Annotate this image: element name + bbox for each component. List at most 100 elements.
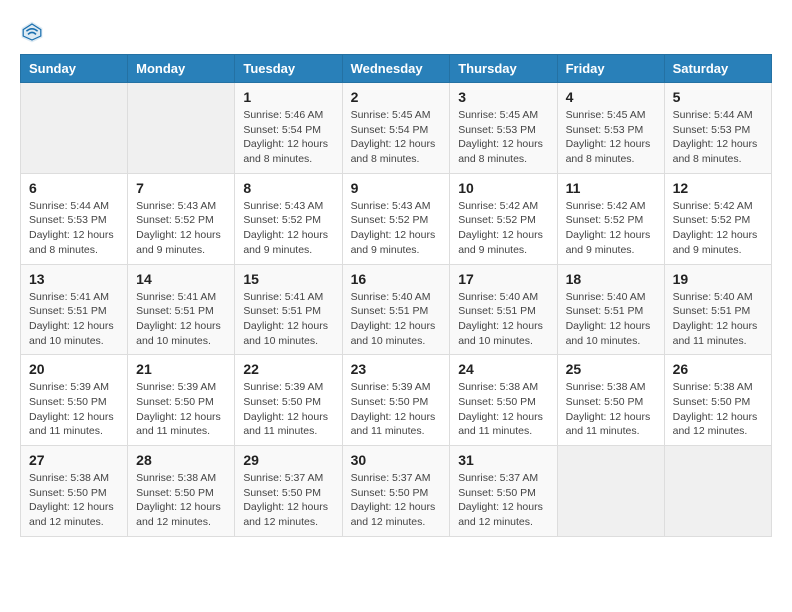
day-cell: 26Sunrise: 5:38 AM Sunset: 5:50 PM Dayli… <box>664 355 771 446</box>
day-info: Sunrise: 5:43 AM Sunset: 5:52 PM Dayligh… <box>351 199 442 258</box>
weekday-header-saturday: Saturday <box>664 55 771 83</box>
day-number: 9 <box>351 180 442 196</box>
day-info: Sunrise: 5:38 AM Sunset: 5:50 PM Dayligh… <box>566 380 656 439</box>
day-cell: 24 Sunrise: 5:38 AM Sunset: 5:50 PM Dayli… <box>450 355 557 446</box>
weekday-header-wednesday: Wednesday <box>342 55 450 83</box>
day-number: 23 <box>351 361 442 377</box>
day-number: 16 <box>351 271 442 287</box>
day-info: Sunrise: 5:37 AM Sunset: 5:50 PM Dayligh… <box>458 471 548 530</box>
day-number: 30 <box>351 452 442 468</box>
day-cell: 3 Sunrise: 5:45 AM Sunset: 5:53 PM Daylig… <box>450 83 557 174</box>
day-info: Sunrise: 5:41 AM Sunset: 5:51 PM Dayligh… <box>29 290 119 349</box>
header <box>20 20 772 44</box>
weekday-header-thursday: Thursday <box>450 55 557 83</box>
day-cell <box>128 83 235 174</box>
day-cell: 14 Sunrise: 5:41 AM Sunset: 5:51 PM Dayli… <box>128 264 235 355</box>
day-number: 3 <box>458 89 548 105</box>
day-number: 17 <box>458 271 548 287</box>
day-cell <box>21 83 128 174</box>
day-number: 10 <box>458 180 548 196</box>
day-cell: 22 Sunrise: 5:39 AM Sunset: 5:50 PM Dayli… <box>235 355 342 446</box>
day-info: Sunrise: 5:42 AM Sunset: 5:52 PM Dayligh… <box>673 199 763 258</box>
day-info: Sunrise: 5:37 AM Sunset: 5:50 PM Dayligh… <box>351 471 442 530</box>
day-number: 14 <box>136 271 226 287</box>
day-info: Sunrise: 5:40 AM Sunset: 5:51 PM Dayligh… <box>351 290 442 349</box>
day-cell: 23 Sunrise: 5:39 AM Sunset: 5:50 PM Dayli… <box>342 355 450 446</box>
week-row-4: 20 Sunrise: 5:39 AM Sunset: 5:50 PM Dayli… <box>21 355 772 446</box>
day-info: Sunrise: 5:41 AM Sunset: 5:51 PM Dayligh… <box>136 290 226 349</box>
day-cell: 27Sunrise: 5:38 AM Sunset: 5:50 PM Dayli… <box>21 446 128 537</box>
day-cell: 8 Sunrise: 5:43 AM Sunset: 5:52 PM Daylig… <box>235 173 342 264</box>
day-number: 20 <box>29 361 119 377</box>
weekday-header-friday: Friday <box>557 55 664 83</box>
day-cell: 1 Sunrise: 5:46 AM Sunset: 5:54 PM Daylig… <box>235 83 342 174</box>
day-info: Sunrise: 5:38 AM Sunset: 5:50 PM Dayligh… <box>136 471 226 530</box>
day-cell: 10 Sunrise: 5:42 AM Sunset: 5:52 PM Dayli… <box>450 173 557 264</box>
day-number: 27 <box>29 452 119 468</box>
day-info: Sunrise: 5:38 AM Sunset: 5:50 PM Dayligh… <box>458 380 548 439</box>
weekday-header-row: SundayMondayTuesdayWednesdayThursdayFrid… <box>21 55 772 83</box>
week-row-1: 1 Sunrise: 5:46 AM Sunset: 5:54 PM Daylig… <box>21 83 772 174</box>
day-number: 1 <box>243 89 333 105</box>
day-info: Sunrise: 5:42 AM Sunset: 5:52 PM Dayligh… <box>458 199 548 258</box>
calendar-body: 1 Sunrise: 5:46 AM Sunset: 5:54 PM Daylig… <box>21 83 772 537</box>
day-info: Sunrise: 5:40 AM Sunset: 5:51 PM Dayligh… <box>566 290 656 349</box>
day-info: Sunrise: 5:37 AM Sunset: 5:50 PM Dayligh… <box>243 471 333 530</box>
day-number: 19 <box>673 271 763 287</box>
day-cell: 30 Sunrise: 5:37 AM Sunset: 5:50 PM Dayli… <box>342 446 450 537</box>
day-cell: 21Sunrise: 5:39 AM Sunset: 5:50 PM Dayli… <box>128 355 235 446</box>
day-info: Sunrise: 5:45 AM Sunset: 5:53 PM Dayligh… <box>458 108 548 167</box>
day-info: Sunrise: 5:43 AM Sunset: 5:52 PM Dayligh… <box>136 199 226 258</box>
day-number: 8 <box>243 180 333 196</box>
day-cell: 5 Sunrise: 5:44 AM Sunset: 5:53 PM Daylig… <box>664 83 771 174</box>
week-row-2: 6 Sunrise: 5:44 AM Sunset: 5:53 PM Daylig… <box>21 173 772 264</box>
day-number: 13 <box>29 271 119 287</box>
weekday-header-tuesday: Tuesday <box>235 55 342 83</box>
week-row-3: 13 Sunrise: 5:41 AM Sunset: 5:51 PM Dayli… <box>21 264 772 355</box>
day-number: 25 <box>566 361 656 377</box>
calendar-table: SundayMondayTuesdayWednesdayThursdayFrid… <box>20 54 772 537</box>
day-info: Sunrise: 5:41 AM Sunset: 5:51 PM Dayligh… <box>243 290 333 349</box>
day-number: 15 <box>243 271 333 287</box>
logo <box>20 20 48 44</box>
day-cell: 7 Sunrise: 5:43 AM Sunset: 5:52 PM Daylig… <box>128 173 235 264</box>
day-cell: 25 Sunrise: 5:38 AM Sunset: 5:50 PM Dayli… <box>557 355 664 446</box>
day-cell: 17 Sunrise: 5:40 AM Sunset: 5:51 PM Dayli… <box>450 264 557 355</box>
day-cell: 18 Sunrise: 5:40 AM Sunset: 5:51 PM Dayli… <box>557 264 664 355</box>
weekday-header-sunday: Sunday <box>21 55 128 83</box>
day-info: Sunrise: 5:40 AM Sunset: 5:51 PM Dayligh… <box>458 290 548 349</box>
day-number: 12 <box>673 180 763 196</box>
day-number: 31 <box>458 452 548 468</box>
day-cell: 11Sunrise: 5:42 AM Sunset: 5:52 PM Dayli… <box>557 173 664 264</box>
day-number: 4 <box>566 89 656 105</box>
week-row-5: 27 Sunrise: 5:38 AM Sunset: 5:50 PM Dayli… <box>21 446 772 537</box>
day-info: Sunrise: 5:44 AM Sunset: 5:53 PM Dayligh… <box>673 108 763 167</box>
day-info: Sunrise: 5:39 AM Sunset: 5:50 PM Dayligh… <box>351 380 442 439</box>
day-cell: 16 Sunrise: 5:40 AM Sunset: 5:51 PM Dayli… <box>342 264 450 355</box>
day-info: Sunrise: 5:39 AM Sunset: 5:50 PM Dayligh… <box>29 380 119 439</box>
day-info: Sunrise: 5:39 AM Sunset: 5:50 PM Dayligh… <box>136 380 226 439</box>
day-number: 29 <box>243 452 333 468</box>
logo-icon <box>20 20 44 44</box>
day-info: Sunrise: 5:42 AM Sunset: 5:52 PM Dayligh… <box>566 199 656 258</box>
day-number: 5 <box>673 89 763 105</box>
day-cell: 13 Sunrise: 5:41 AM Sunset: 5:51 PM Dayli… <box>21 264 128 355</box>
day-cell: 9 Sunrise: 5:43 AM Sunset: 5:52 PM Daylig… <box>342 173 450 264</box>
day-number: 6 <box>29 180 119 196</box>
day-info: Sunrise: 5:40 AM Sunset: 5:51 PM Dayligh… <box>673 290 763 349</box>
day-info: Sunrise: 5:39 AM Sunset: 5:50 PM Dayligh… <box>243 380 333 439</box>
day-cell: 2Sunrise: 5:45 AM Sunset: 5:54 PM Daylig… <box>342 83 450 174</box>
day-cell: 19 Sunrise: 5:40 AM Sunset: 5:51 PM Dayli… <box>664 264 771 355</box>
day-cell: 29 Sunrise: 5:37 AM Sunset: 5:50 PM Dayli… <box>235 446 342 537</box>
day-info: Sunrise: 5:43 AM Sunset: 5:52 PM Dayligh… <box>243 199 333 258</box>
day-cell: 28Sunrise: 5:38 AM Sunset: 5:50 PM Dayli… <box>128 446 235 537</box>
day-number: 18 <box>566 271 656 287</box>
day-number: 22 <box>243 361 333 377</box>
day-cell: 15 Sunrise: 5:41 AM Sunset: 5:51 PM Dayli… <box>235 264 342 355</box>
day-number: 7 <box>136 180 226 196</box>
day-cell <box>557 446 664 537</box>
day-info: Sunrise: 5:44 AM Sunset: 5:53 PM Dayligh… <box>29 199 119 258</box>
day-number: 24 <box>458 361 548 377</box>
day-info: Sunrise: 5:46 AM Sunset: 5:54 PM Dayligh… <box>243 108 333 167</box>
day-info: Sunrise: 5:45 AM Sunset: 5:54 PM Dayligh… <box>351 108 442 167</box>
